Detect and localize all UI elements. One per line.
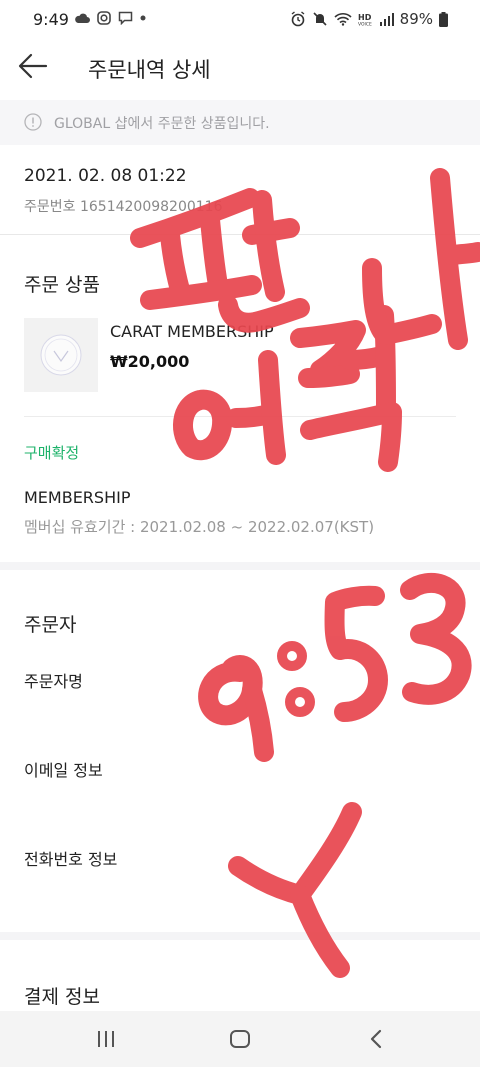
section-divider [0, 932, 480, 940]
order-date: 2021. 02. 08 01:22 [24, 166, 187, 186]
chat-icon [118, 11, 133, 25]
recent-apps-button[interactable] [86, 1025, 126, 1053]
order-number: 주문번호 1651420098200116 [24, 199, 223, 215]
products-section-title: 주문 상품 [24, 274, 100, 296]
info-icon [24, 113, 42, 131]
membership-period: 멤버십 유효기간 : 2021.02.08 ~ 2022.02.07(KST) [24, 518, 375, 536]
chevron-left-icon [370, 1029, 382, 1049]
status-time: 9:49 [33, 10, 69, 29]
global-shop-notice: GLOBAL 샵에서 주문한 상품입니다. [0, 100, 480, 145]
dot-icon [140, 15, 146, 21]
status-bar: 9:49 HD VOICE 89% [0, 0, 480, 40]
app-bar: 주문내역 상세 [0, 40, 480, 96]
product-name[interactable]: CARAT MEMBERSHIP [110, 322, 274, 341]
email-label: 이메일 정보 [24, 761, 103, 780]
divider [0, 234, 480, 235]
svg-text:HD: HD [358, 13, 372, 22]
signal-icon [379, 12, 394, 26]
status-left-icons [74, 11, 146, 25]
mute-icon [313, 12, 327, 26]
back-button[interactable] [18, 52, 52, 82]
orderer-section-title: 주문자 [24, 614, 77, 636]
arrow-left-icon [18, 53, 48, 79]
product-price: ₩20,000 [110, 352, 190, 371]
battery-icon [439, 11, 448, 27]
back-nav-button[interactable] [356, 1025, 396, 1053]
home-icon [230, 1030, 250, 1048]
svg-text:VOICE: VOICE [358, 22, 372, 27]
hd-voice-icon: HDVOICE [358, 13, 372, 27]
membership-emblem-icon [40, 334, 82, 376]
notice-text: GLOBAL 샵에서 주문한 상품입니다. [54, 116, 270, 132]
wifi-icon [334, 13, 352, 26]
instagram-icon [97, 11, 111, 25]
membership-title: MEMBERSHIP [24, 488, 131, 507]
section-divider [0, 562, 480, 570]
product-divider [24, 416, 456, 417]
page-title: 주문내역 상세 [88, 58, 211, 82]
phone-label: 전화번호 정보 [24, 850, 118, 869]
alarm-icon [291, 11, 305, 27]
battery-percent: 89% [399, 10, 433, 28]
system-nav-bar [0, 1011, 480, 1067]
status-right-icons: HD VOICE 89% [290, 10, 448, 28]
recent-apps-icon [98, 1031, 114, 1047]
product-thumbnail[interactable] [24, 318, 98, 392]
payment-section-title: 결제 정보 [24, 986, 100, 1008]
cloud-icon [75, 13, 90, 23]
orderer-name-label: 주문자명 [24, 672, 83, 691]
purchase-status-badge: 구매확정 [24, 444, 80, 462]
home-button[interactable] [220, 1025, 260, 1053]
